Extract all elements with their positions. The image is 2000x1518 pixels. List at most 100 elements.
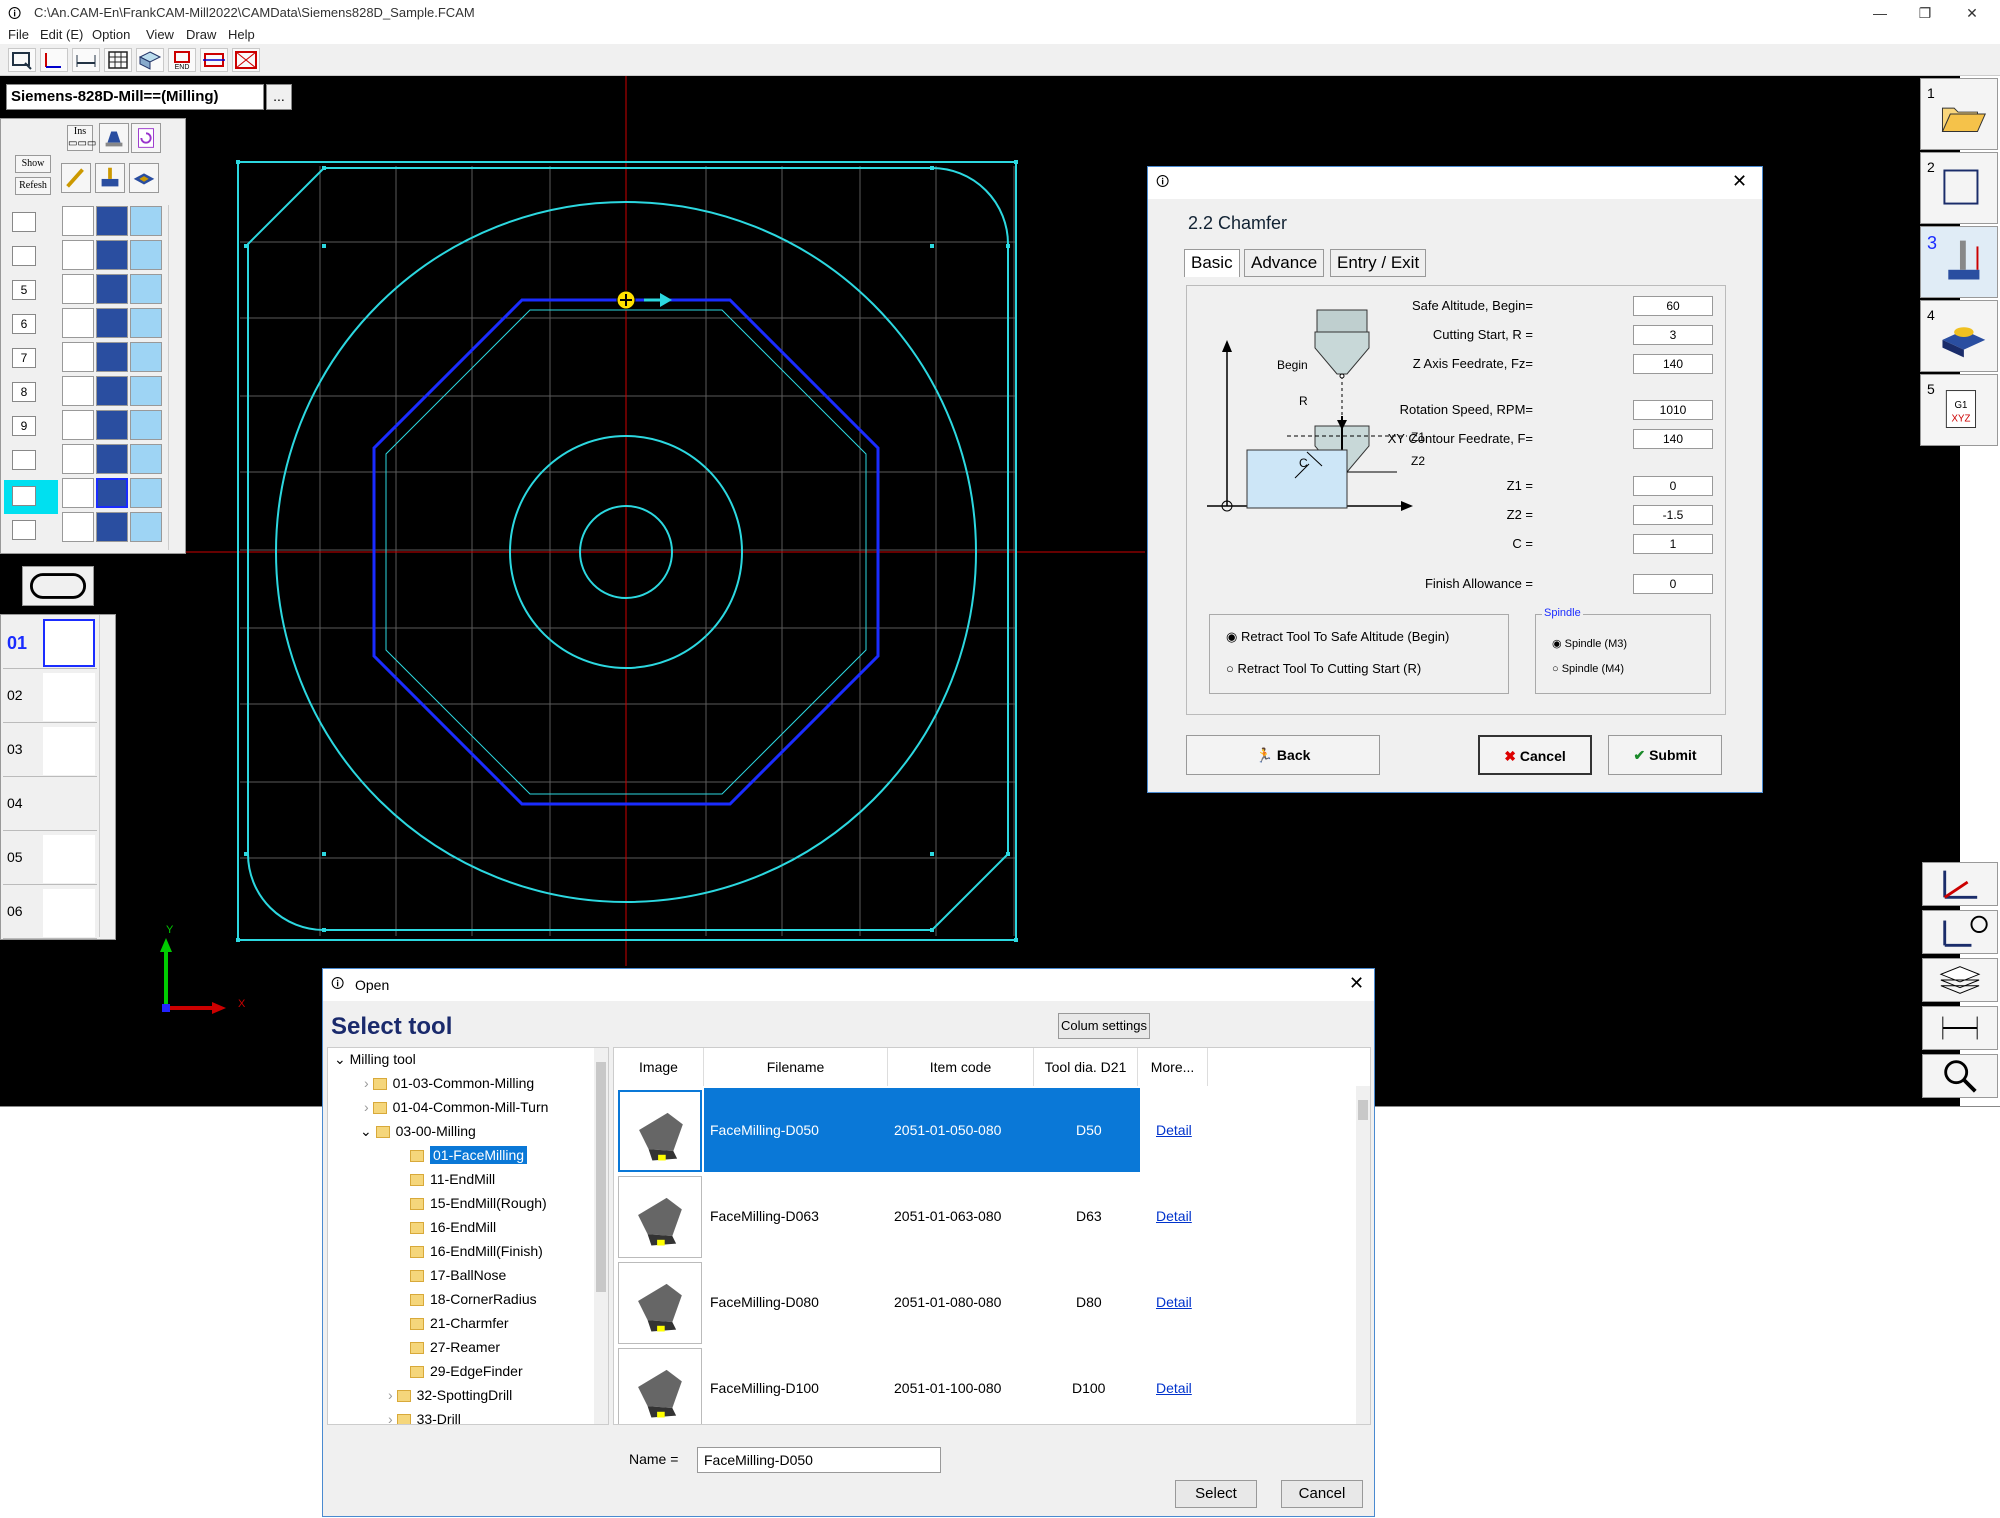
table-row[interactable]: FaceMilling-D080 2051-01-080-080 D80 Det…: [616, 1260, 1356, 1346]
mill-op-icon[interactable]: [95, 163, 125, 193]
detail-link[interactable]: Detail: [1156, 1208, 1192, 1224]
step-4-simulation-button[interactable]: 4: [1920, 300, 1998, 372]
zoom-window-icon[interactable]: [8, 48, 36, 72]
row-number[interactable]: 8: [12, 382, 36, 402]
op-tool-cell[interactable]: [62, 342, 94, 372]
close-icon[interactable]: ✕: [1349, 973, 1364, 994]
tree-item[interactable]: 17-BallNose: [410, 1264, 506, 1286]
op-type-cell[interactable]: [96, 342, 128, 372]
finish-allowance-input[interactable]: 0: [1633, 574, 1713, 594]
refresh-button[interactable]: Refesh: [15, 177, 51, 195]
submit-button[interactable]: ✔ Submit: [1608, 735, 1722, 775]
tree-item[interactable]: › 33-Drill: [388, 1408, 461, 1424]
machine-browse-button[interactable]: ...: [266, 84, 292, 110]
table-row[interactable]: FaceMilling-D100 2051-01-100-080 D100 De…: [616, 1346, 1356, 1424]
row-number[interactable]: [12, 212, 36, 232]
tool-lib-icon[interactable]: [99, 123, 129, 153]
step-5-gcode-button[interactable]: 5 G1 XYZ: [1920, 374, 1998, 446]
c-input[interactable]: 1: [1633, 534, 1713, 554]
tree-item[interactable]: 21-Charmfer: [410, 1312, 509, 1334]
detail-link[interactable]: Detail: [1156, 1122, 1192, 1138]
row-number[interactable]: [12, 450, 36, 470]
op-tool-cell[interactable]: [62, 308, 94, 338]
menu-file[interactable]: File: [8, 27, 29, 42]
open-cancel-button[interactable]: Cancel: [1281, 1480, 1363, 1508]
op-type-cell[interactable]: [96, 308, 128, 338]
select-button[interactable]: Select: [1175, 1480, 1257, 1508]
fit-icon[interactable]: [200, 48, 228, 72]
measure-button[interactable]: [1922, 1006, 1998, 1050]
close-icon[interactable]: ✕: [1732, 171, 1747, 192]
menu-edit[interactable]: Edit (E): [40, 27, 83, 42]
end-icon[interactable]: END: [168, 48, 196, 72]
name-input[interactable]: [697, 1447, 941, 1473]
op-path-cell[interactable]: [130, 342, 162, 372]
spindle-m4-radio[interactable]: ○ Spindle (M4): [1552, 663, 1624, 675]
op-type-cell[interactable]: [96, 274, 128, 304]
row-number[interactable]: [12, 486, 36, 506]
column-header-more[interactable]: More...: [1138, 1048, 1208, 1086]
op-tool-cell[interactable]: [62, 274, 94, 304]
tool-slot[interactable]: 06: [3, 887, 97, 939]
menu-draw[interactable]: Draw: [186, 27, 216, 42]
tool-slot[interactable]: 03: [3, 725, 97, 777]
op-path-cell[interactable]: [130, 240, 162, 270]
z-feedrate-input[interactable]: 140: [1633, 354, 1713, 374]
op-tool-cell[interactable]: [62, 444, 94, 474]
view-3d-icon[interactable]: [136, 48, 164, 72]
machine-select[interactable]: Siemens-828D-Mill==(Milling): [6, 84, 264, 110]
tree-item[interactable]: 29-EdgeFinder: [410, 1360, 523, 1382]
op-tool-cell[interactable]: [62, 410, 94, 440]
detail-link[interactable]: Detail: [1156, 1380, 1192, 1396]
op-type-cell[interactable]: [96, 512, 128, 542]
column-header-item-code[interactable]: Item code: [888, 1048, 1034, 1086]
step-3-toolpath-button[interactable]: 3: [1920, 226, 1998, 298]
op-path-cell[interactable]: [130, 512, 162, 542]
tree-item[interactable]: 16-EndMill(Finish): [410, 1240, 543, 1262]
menu-option[interactable]: Option: [92, 27, 130, 42]
tree-item[interactable]: › 01-04-Common-Mill-Turn: [364, 1096, 548, 1118]
zoom-button[interactable]: [1922, 1054, 1998, 1098]
row-number[interactable]: 7: [12, 348, 36, 368]
grid-icon[interactable]: [104, 48, 132, 72]
op-type-cell[interactable]: [96, 240, 128, 270]
tree-item[interactable]: ⌄ 03-00-Milling: [360, 1120, 476, 1142]
op-tool-cell[interactable]: [62, 206, 94, 236]
column-header-filename[interactable]: Filename: [704, 1048, 888, 1086]
table-row[interactable]: FaceMilling-D063 2051-01-063-080 D63 Det…: [616, 1174, 1356, 1260]
tab-basic[interactable]: Basic: [1184, 249, 1240, 277]
origin-button[interactable]: [1922, 910, 1998, 954]
zoom-all-icon[interactable]: [232, 48, 260, 72]
op-type-cell[interactable]: [96, 206, 128, 236]
row-number[interactable]: [12, 246, 36, 266]
retract-safe-altitude-radio[interactable]: ◉ Retract Tool To Safe Altitude (Begin): [1226, 629, 1449, 645]
pen-icon[interactable]: [61, 163, 91, 193]
op-path-cell[interactable]: [130, 308, 162, 338]
op-path-cell[interactable]: [130, 206, 162, 236]
insert-button[interactable]: Ins ▭▭▭: [67, 125, 96, 151]
toolpath-toggle-button[interactable]: [22, 566, 94, 606]
restore-icon[interactable]: ❐: [1905, 2, 1945, 24]
operation-list-scrollbar[interactable]: [168, 205, 184, 550]
tree-item[interactable]: 15-EndMill(Rough): [410, 1192, 547, 1214]
safe-altitude-input[interactable]: 60: [1633, 296, 1713, 316]
column-header-image[interactable]: Image: [614, 1048, 704, 1086]
minimize-icon[interactable]: —: [1860, 2, 1900, 24]
tree-item[interactable]: › 32-SpottingDrill: [388, 1384, 512, 1406]
spindle-m3-radio[interactable]: ◉ Spindle (M3): [1552, 637, 1627, 650]
tool-slot[interactable]: 01: [3, 617, 97, 669]
rotation-speed-input[interactable]: 1010: [1633, 400, 1713, 420]
tree-item[interactable]: › 01-03-Common-Milling: [364, 1072, 534, 1094]
xy-feedrate-input[interactable]: 140: [1633, 429, 1713, 449]
op-type-cell-selected[interactable]: [96, 478, 128, 508]
row-number[interactable]: 6: [12, 314, 36, 334]
row-number[interactable]: [12, 520, 36, 540]
tool-slot[interactable]: 02: [3, 671, 97, 723]
tree-item[interactable]: 27-Reamer: [410, 1336, 500, 1358]
table-row[interactable]: FaceMilling-D050 2051-01-050-080 D50 Det…: [616, 1088, 1356, 1174]
tree-item[interactable]: 11-EndMill: [410, 1168, 495, 1190]
op-path-cell[interactable]: [130, 376, 162, 406]
tree-item[interactable]: 16-EndMill: [410, 1216, 496, 1238]
op-type-cell[interactable]: [96, 410, 128, 440]
pocket-op-icon[interactable]: [129, 163, 159, 193]
